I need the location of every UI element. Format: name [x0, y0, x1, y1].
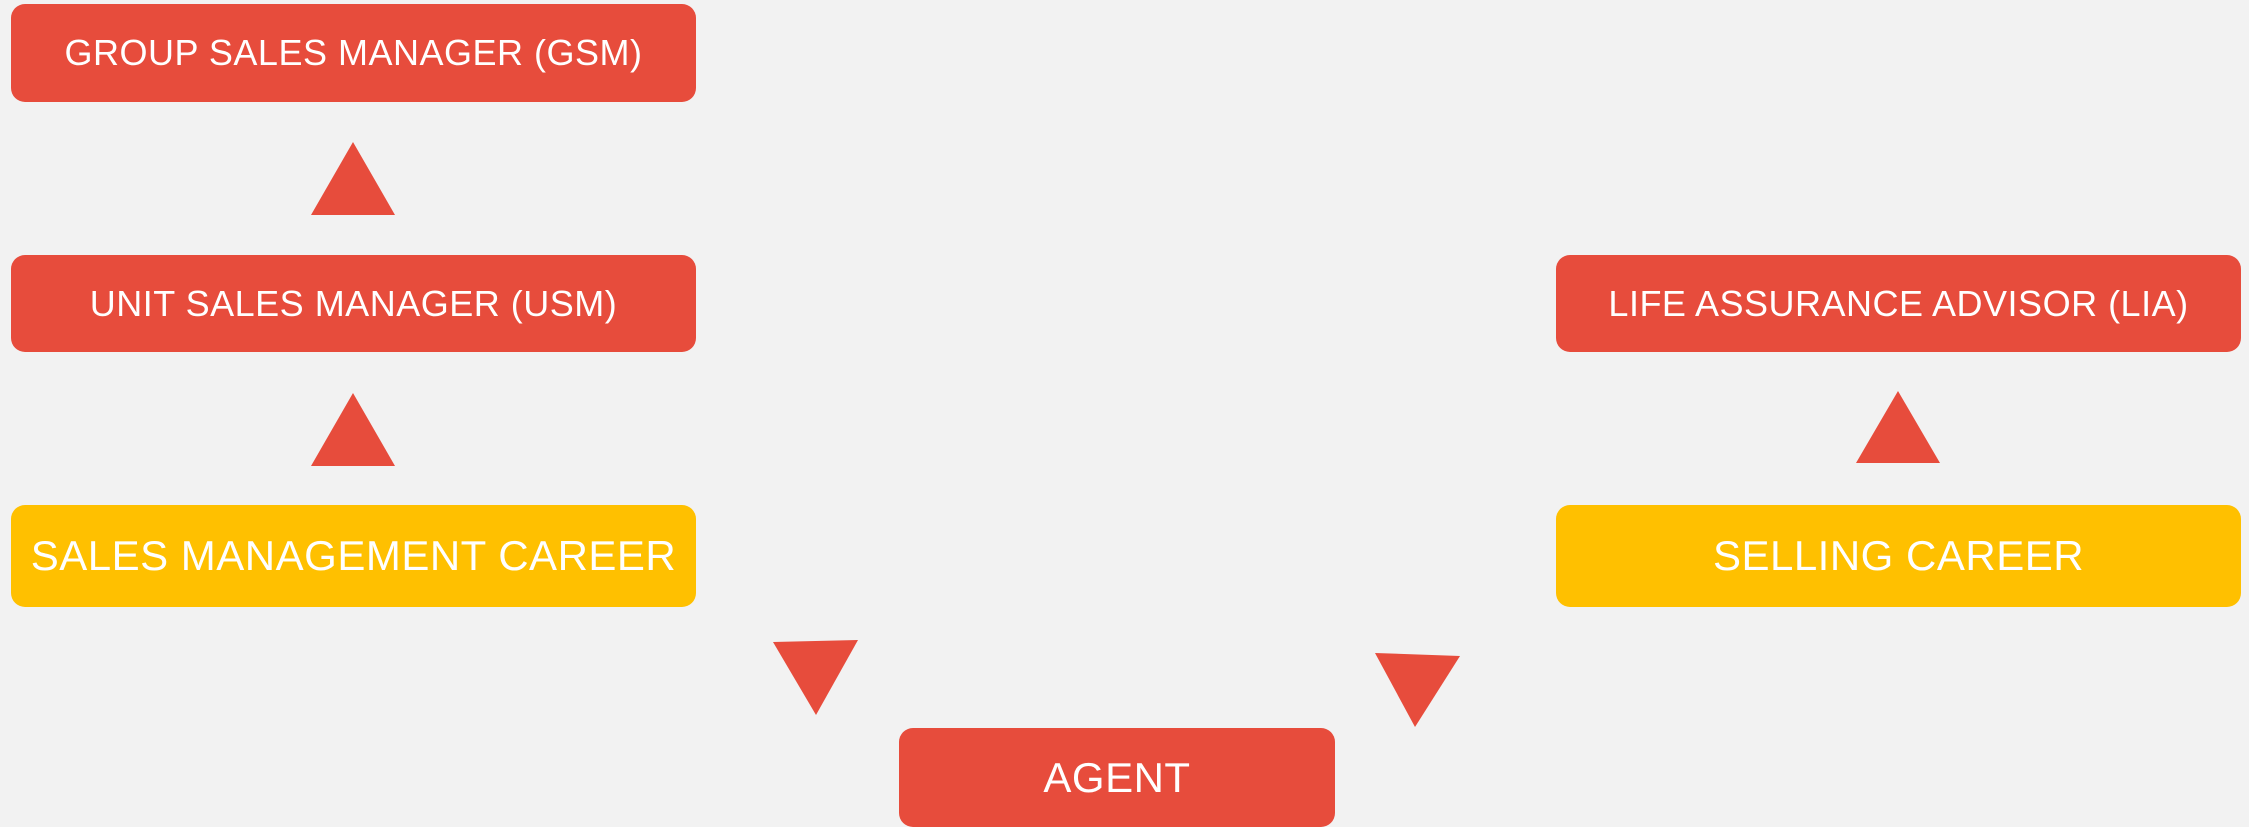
- career-path-diagram: GROUP SALES MANAGER (GSM) UNIT SALES MAN…: [0, 0, 2249, 827]
- agent-box: AGENT: [899, 728, 1335, 827]
- down-arrow-icon: [1375, 653, 1460, 727]
- agent-label: AGENT: [1043, 753, 1191, 801]
